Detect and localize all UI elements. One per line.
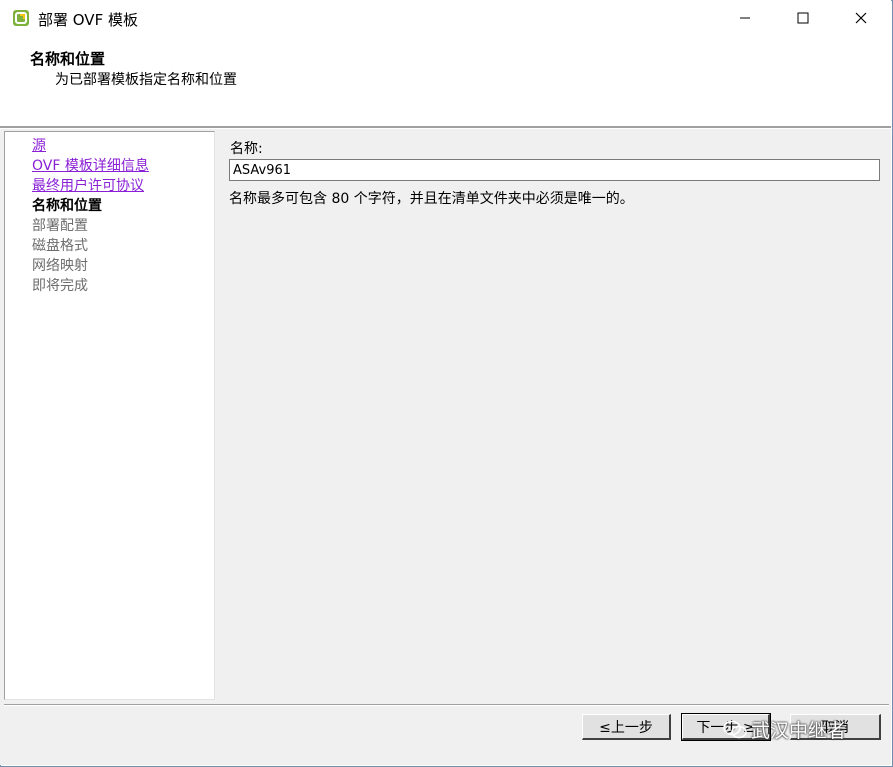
step-name-location: 名称和位置 (32, 198, 102, 214)
name-input[interactable] (229, 159, 880, 181)
close-button[interactable] (838, 0, 884, 36)
wizard-header: 名称和位置 为已部署模板指定名称和位置 (0, 36, 891, 126)
wizard-body: 源 OVF 模板详细信息 最终用户许可协议 名称和位置 部署配置 磁盘格式 网络… (0, 129, 891, 706)
window-title: 部署 OVF 模板 (38, 11, 138, 29)
step-eula[interactable]: 最终用户许可协议 (32, 175, 144, 195)
watermark-text: 武汉中继者 (751, 720, 847, 742)
watermark: 武汉中继者 (723, 716, 846, 743)
step-deployment-config: 部署配置 (32, 218, 88, 234)
step-ovf-details[interactable]: OVF 模板详细信息 (32, 155, 149, 175)
minimize-icon (740, 17, 750, 19)
name-label: 名称: (230, 141, 263, 157)
page-title: 名称和位置 (30, 50, 106, 68)
minimize-button[interactable] (722, 0, 768, 36)
vsphere-app-icon (13, 10, 29, 26)
wechat-icon (723, 720, 747, 739)
step-ready-to-complete: 即将完成 (32, 278, 88, 294)
maximize-button[interactable] (780, 0, 826, 36)
close-icon (855, 12, 867, 24)
back-button[interactable]: ≤上一步 (582, 714, 671, 740)
step-source[interactable]: 源 (32, 135, 46, 155)
maximize-icon (797, 12, 809, 24)
wizard-steps-nav: 源 OVF 模板详细信息 最终用户许可协议 名称和位置 部署配置 磁盘格式 网络… (4, 131, 215, 700)
page-subtitle: 为已部署模板指定名称和位置 (55, 72, 237, 88)
title-bar[interactable]: 部署 OVF 模板 (0, 0, 891, 36)
step-network-mapping: 网络映射 (32, 258, 88, 274)
step-disk-format: 磁盘格式 (32, 238, 88, 254)
footer-divider (4, 704, 889, 706)
name-hint: 名称最多可包含 80 个字符，并且在清单文件夹中必须是唯一的。 (229, 191, 634, 207)
